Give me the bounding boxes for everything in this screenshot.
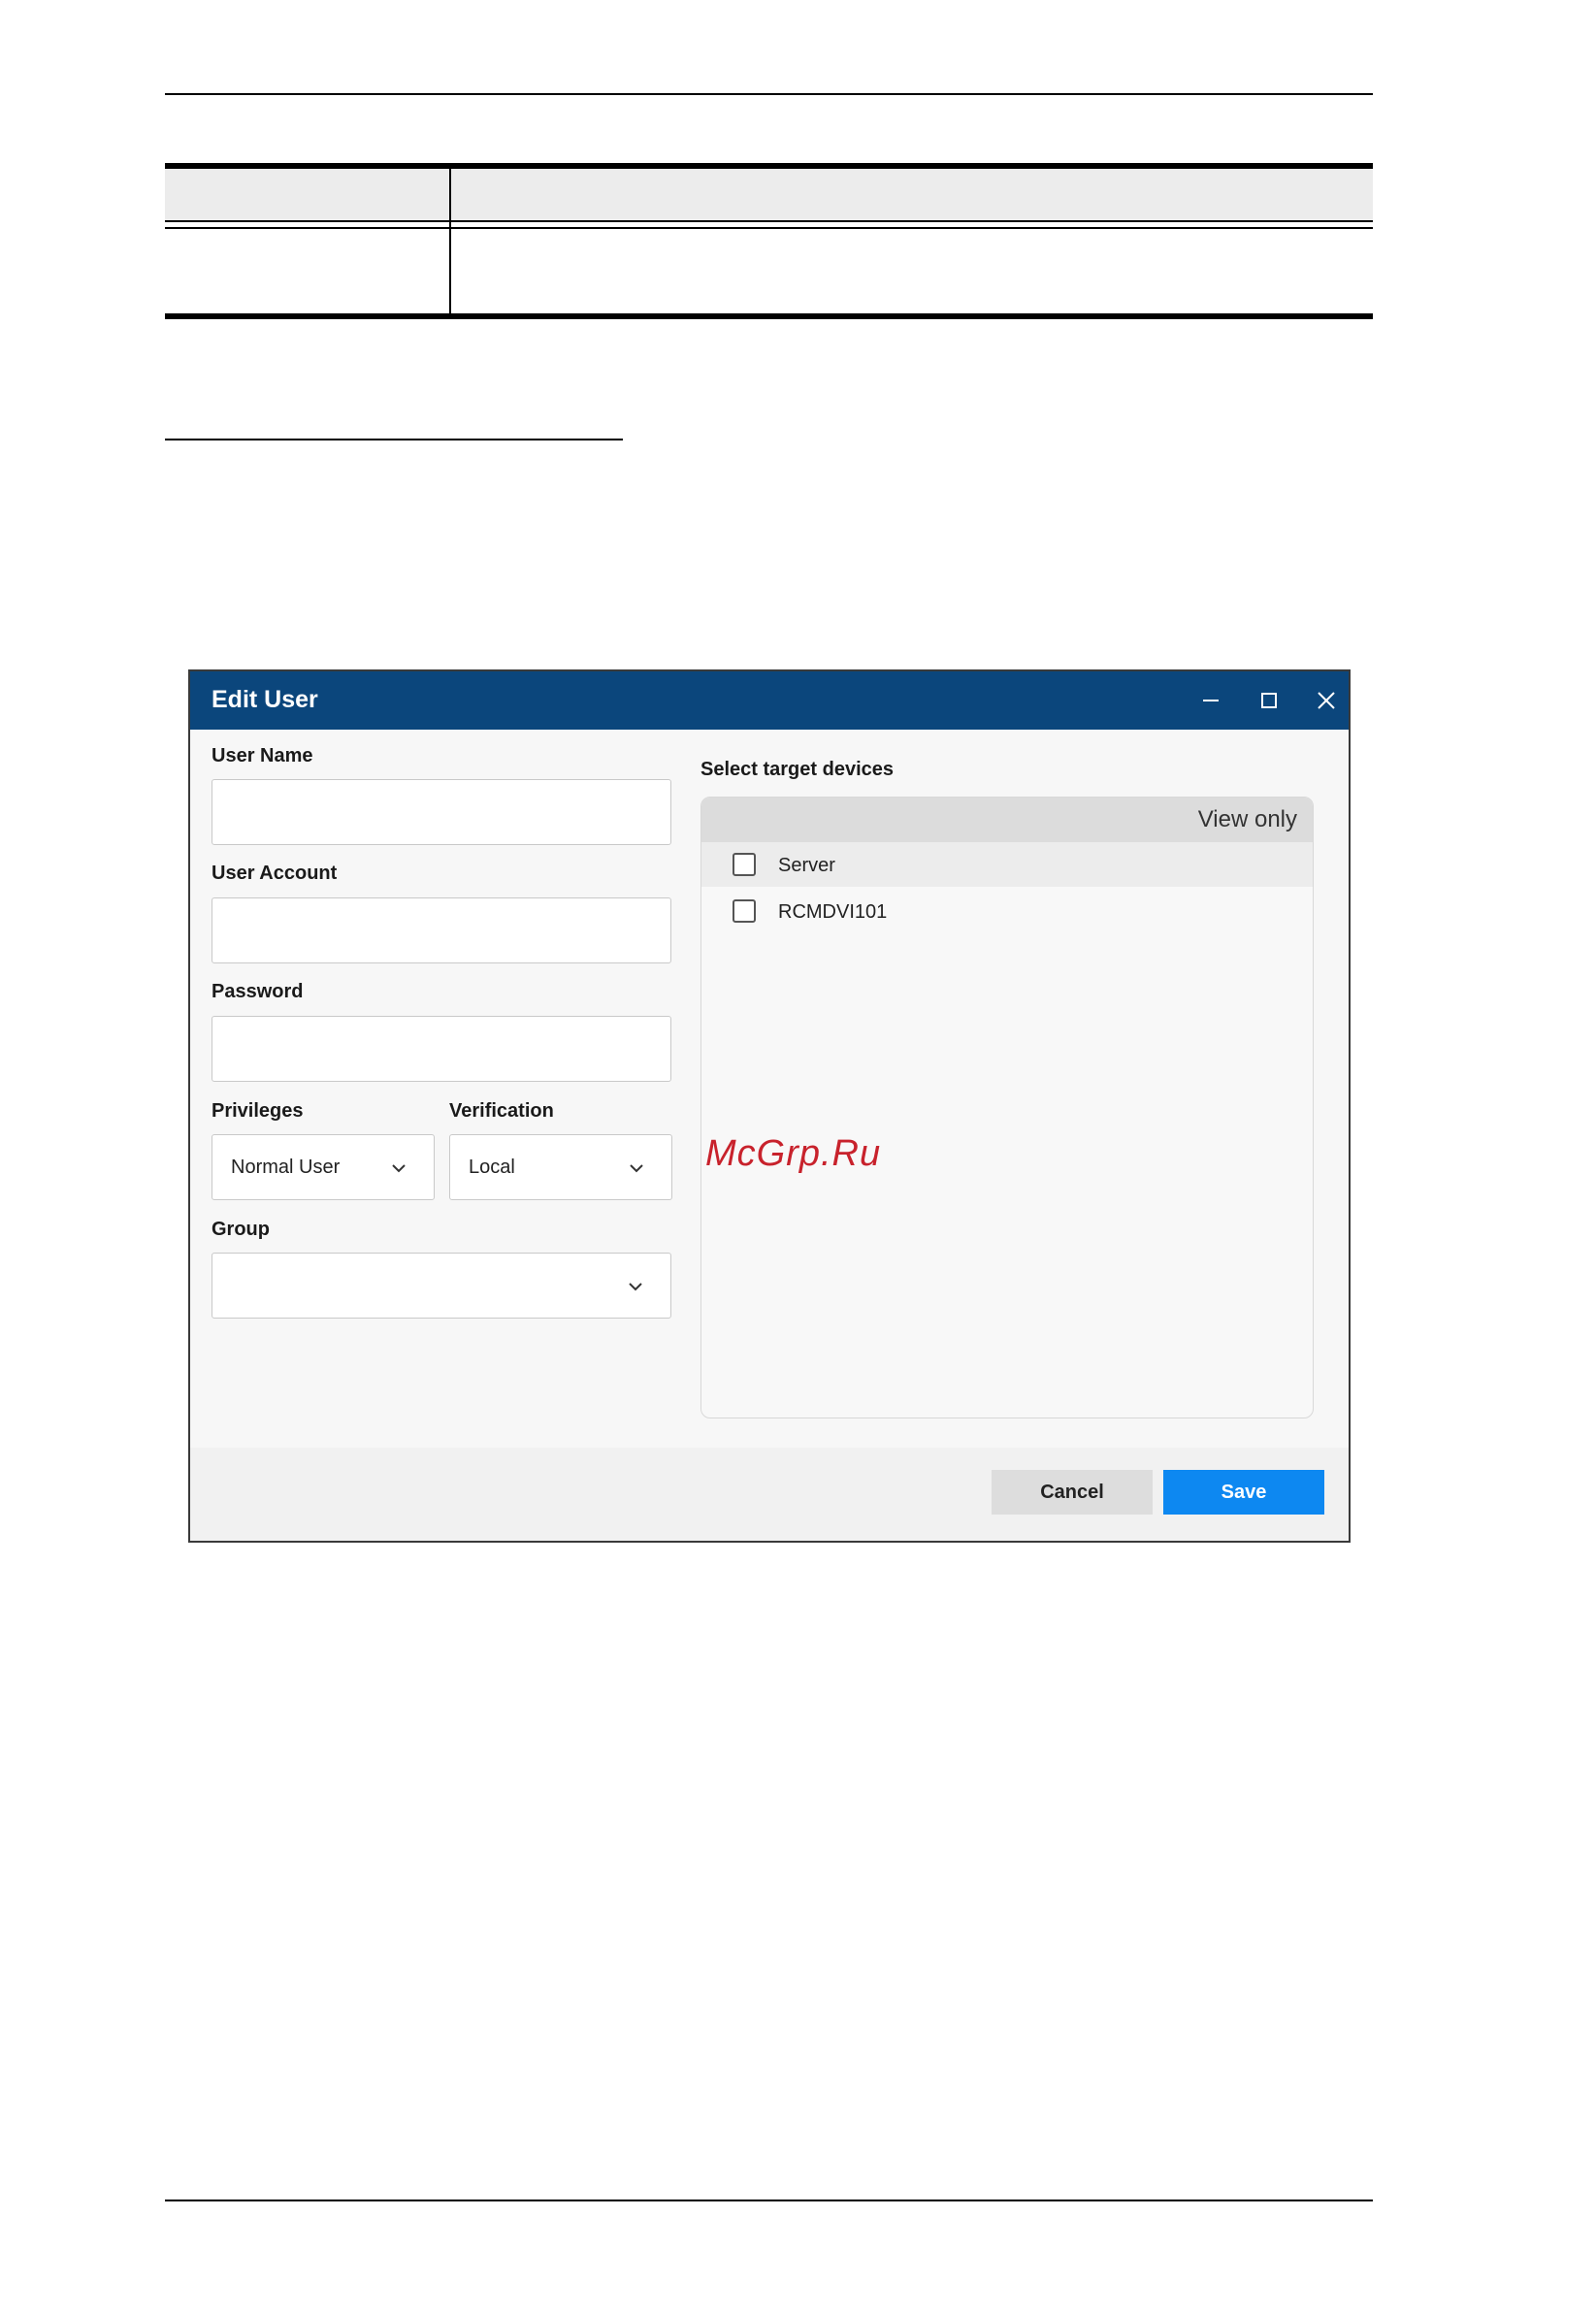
privileges-label: Privileges	[212, 1100, 304, 1122]
table-bottom-border	[165, 313, 1373, 319]
user-name-label: User Name	[212, 745, 313, 766]
password-label: Password	[212, 981, 304, 1002]
chevron-down-icon	[630, 1164, 643, 1173]
chevron-down-icon	[629, 1283, 642, 1291]
maximize-button[interactable]	[1250, 681, 1288, 720]
device-list: View only Server RCMDVI101	[700, 797, 1314, 1418]
footer-rule	[165, 2200, 1373, 2201]
select-devices-label: Select target devices	[700, 759, 894, 780]
dialog-footer: Cancel Save	[190, 1448, 1349, 1541]
list-item[interactable]: RCMDVI101	[701, 889, 1313, 933]
edit-user-dialog: Edit User User Name User Account Passwor…	[188, 669, 1351, 1543]
view-only-label: View only	[1197, 806, 1297, 832]
chevron-down-icon	[392, 1164, 406, 1173]
password-input[interactable]	[212, 1016, 671, 1082]
device-label: RCMDVI101	[778, 901, 888, 923]
dialog-title: Edit User	[212, 686, 318, 713]
user-name-input[interactable]	[212, 779, 671, 845]
list-item[interactable]: Server	[701, 842, 1313, 887]
close-icon	[1318, 692, 1335, 709]
table-row-border	[165, 227, 1373, 229]
cancel-button[interactable]: Cancel	[992, 1470, 1153, 1515]
table-header-row	[165, 169, 1373, 221]
dialog-titlebar[interactable]: Edit User	[190, 671, 1349, 730]
section-heading-underline	[165, 439, 623, 440]
privileges-value: Normal User	[231, 1157, 341, 1178]
minimize-button[interactable]	[1191, 681, 1230, 720]
save-button[interactable]: Save	[1163, 1470, 1324, 1515]
minimize-icon	[1203, 700, 1219, 701]
group-select[interactable]	[212, 1253, 671, 1319]
table-header-border	[165, 220, 1373, 222]
close-button[interactable]	[1307, 681, 1346, 720]
user-account-input[interactable]	[212, 897, 671, 963]
device-checkbox-server[interactable]	[733, 853, 756, 876]
device-list-header: View only	[701, 798, 1313, 842]
watermark-text: McGrp.Ru	[705, 1133, 882, 1174]
device-checkbox-rcmdvi101[interactable]	[733, 899, 756, 923]
user-account-label: User Account	[212, 863, 338, 884]
verification-label: Verification	[449, 1100, 554, 1122]
table-column-divider	[449, 169, 451, 314]
device-label: Server	[778, 855, 835, 876]
maximize-icon	[1261, 693, 1277, 708]
verification-select[interactable]: Local	[449, 1134, 672, 1200]
verification-value: Local	[469, 1157, 515, 1178]
header-rule	[165, 93, 1373, 95]
group-label: Group	[212, 1219, 270, 1240]
privileges-select[interactable]: Normal User	[212, 1134, 435, 1200]
